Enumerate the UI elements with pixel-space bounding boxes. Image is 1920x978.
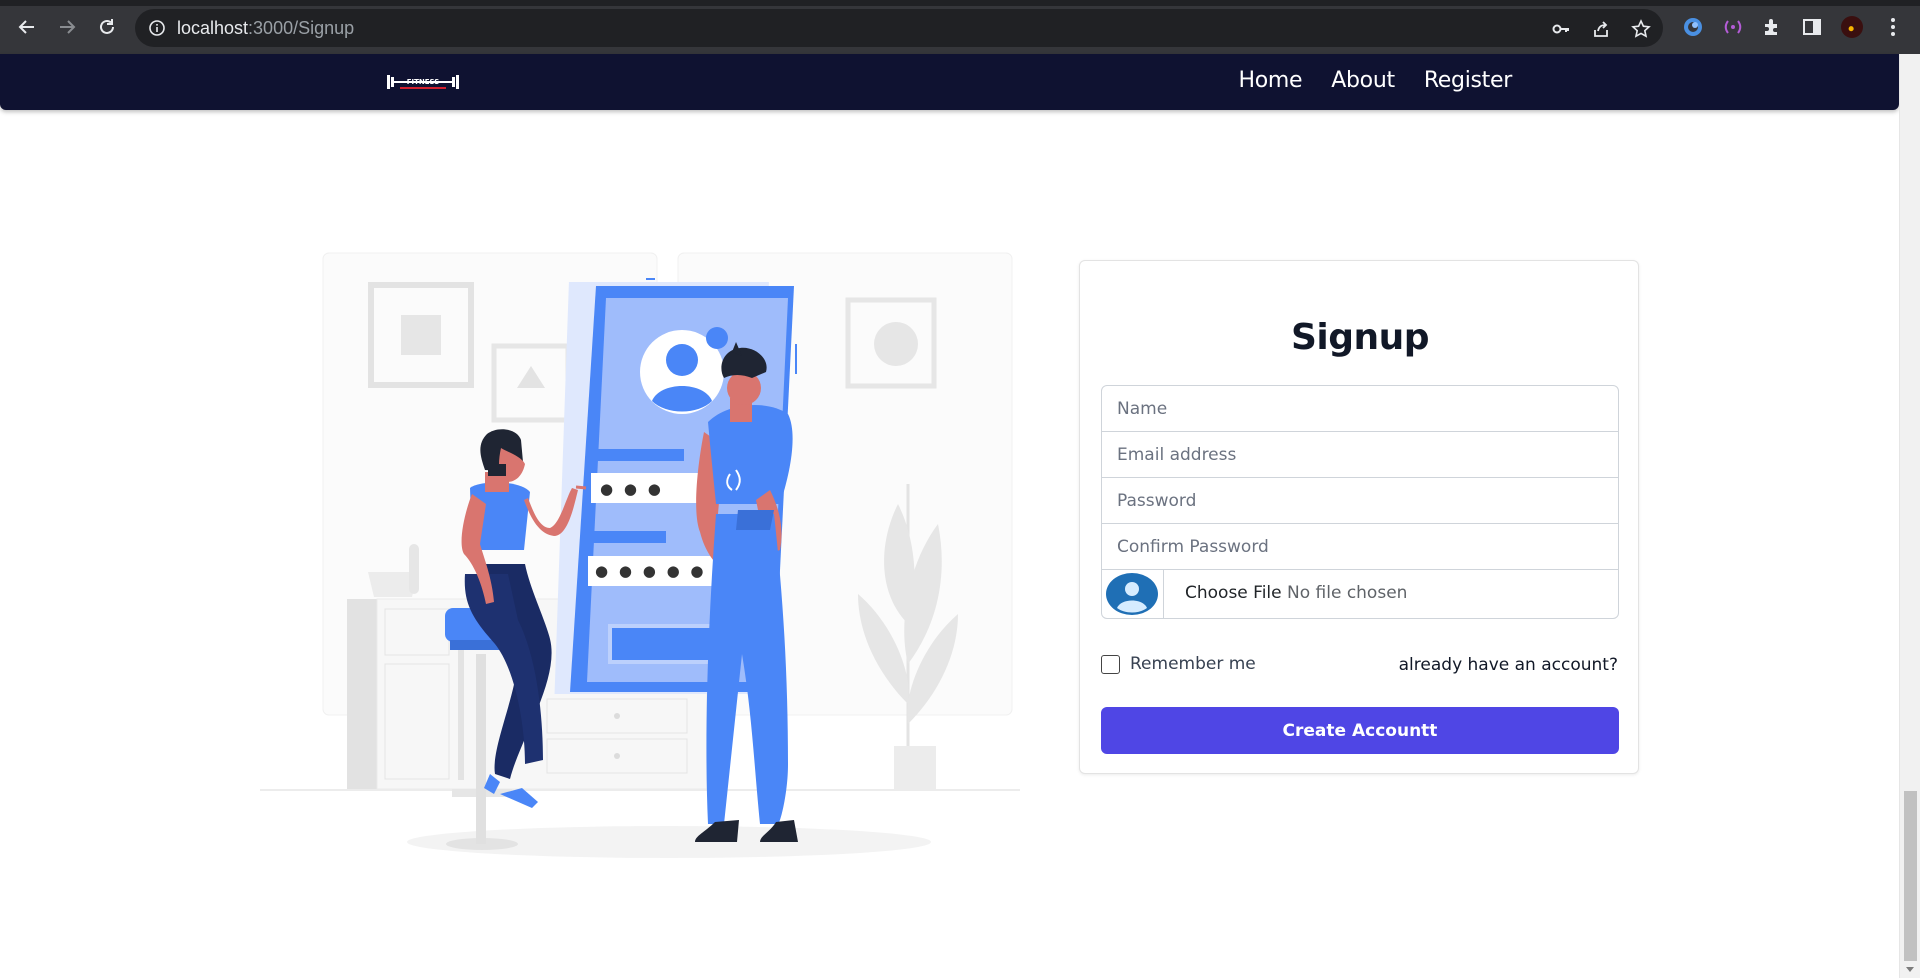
logo-text: FITNESS [407, 78, 440, 86]
illus-password-short: ● ● ● [600, 480, 664, 498]
remember-me-checkbox[interactable] [1101, 654, 1120, 674]
remember-me-label[interactable]: Remember me [1130, 654, 1256, 674]
nav-links: Home About Register [1238, 68, 1512, 93]
browser-chrome: localhost:3000/Signup [0, 0, 1920, 54]
extensions-puzzle-icon[interactable] [1761, 16, 1783, 38]
side-panel-icon[interactable] [1801, 16, 1823, 38]
extension-purple-icon[interactable] [1722, 16, 1744, 38]
file-divider [1163, 570, 1164, 618]
signup-illustration: ● ● ● ● ● ● ● ● [260, 194, 1020, 874]
url-text: localhost:3000/Signup [177, 18, 354, 39]
profile-avatar-icon[interactable] [1841, 16, 1863, 38]
fitness-logo[interactable]: FITNESS [387, 73, 459, 91]
menu-kebab-icon[interactable] [1882, 16, 1904, 38]
page-scrollbar[interactable] [1899, 54, 1920, 978]
address-bar[interactable]: localhost:3000/Signup [135, 9, 1663, 47]
create-account-button[interactable]: Create Accountt [1101, 707, 1619, 754]
nav-home-link[interactable]: Home [1238, 68, 1302, 93]
nav-about-link[interactable]: About [1331, 68, 1395, 93]
page-viewport: FITNESS Home About Register ● ● ● ● ● ● … [0, 54, 1920, 978]
back-icon[interactable] [14, 14, 40, 40]
file-upload-row[interactable]: Choose File No file chosen [1101, 569, 1619, 619]
name-input[interactable] [1101, 385, 1619, 432]
top-navbar: FITNESS Home About Register [0, 54, 1899, 110]
remember-me-row: Remember me [1101, 654, 1256, 674]
profile-avatar-preview [1105, 572, 1159, 616]
email-input[interactable] [1101, 431, 1619, 478]
url-host: localhost [177, 18, 249, 38]
site-info-icon[interactable] [148, 19, 166, 42]
confirm-password-input[interactable] [1101, 523, 1619, 570]
tab-strip [0, 0, 1920, 6]
illus-password-long: ● ● ● ● ● [595, 562, 707, 580]
nav-register-link[interactable]: Register [1424, 68, 1512, 93]
extension-blue-icon[interactable] [1682, 16, 1704, 38]
no-file-text: No file chosen [1287, 583, 1408, 603]
bookmark-star-icon[interactable] [1631, 19, 1651, 39]
key-icon[interactable] [1551, 19, 1571, 39]
forward-icon[interactable] [54, 14, 80, 40]
signup-title: Signup [1290, 317, 1430, 358]
scrollbar-thumb[interactable] [1904, 791, 1917, 961]
password-input[interactable] [1101, 477, 1619, 524]
signup-card: Signup Choose File No file chosen Rememb… [1079, 260, 1639, 774]
reload-icon[interactable] [94, 14, 120, 40]
url-path: :3000/Signup [248, 18, 355, 38]
already-have-account-link[interactable]: already have an account? [1399, 655, 1618, 675]
share-icon[interactable] [1591, 19, 1611, 39]
scroll-down-arrow-icon[interactable] [1906, 967, 1914, 972]
choose-file-button[interactable]: Choose File [1185, 583, 1282, 603]
